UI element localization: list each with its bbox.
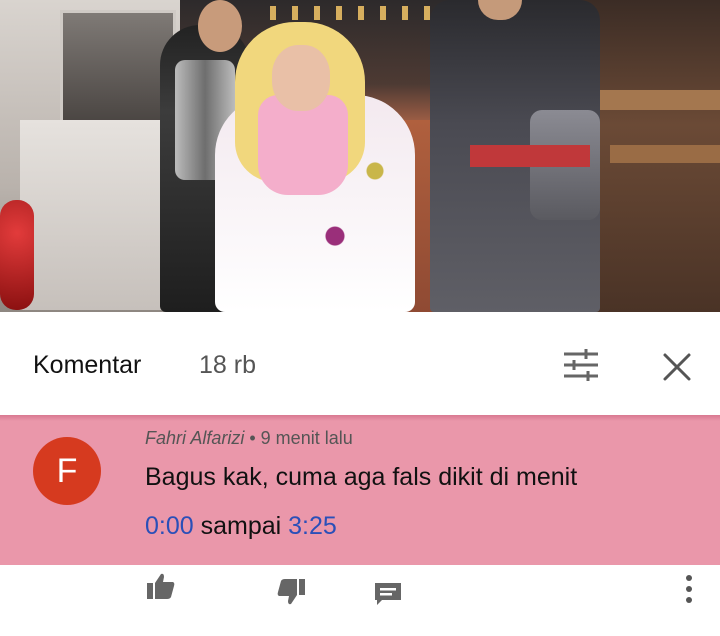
video-table	[585, 90, 720, 110]
timestamp-link-end[interactable]: 3:25	[288, 512, 337, 540]
thumbs-up-icon[interactable]	[146, 572, 176, 600]
comment-text-continued: 0:00 sampai 3:25	[145, 512, 337, 541]
video-table	[610, 145, 720, 163]
comment-actions	[0, 565, 720, 636]
comment-text: Bagus kak, cuma aga fals dikit di menit	[145, 463, 577, 492]
video-shelf	[60, 10, 176, 126]
meta-separator: •	[244, 428, 261, 448]
video-player[interactable]	[0, 0, 720, 312]
video-red-object	[0, 200, 34, 310]
video-counter	[20, 120, 170, 310]
timestamp-link-start[interactable]: 0:00	[145, 512, 194, 540]
avatar[interactable]: F	[33, 437, 101, 505]
comments-count: 18 rb	[199, 351, 256, 379]
sort-filter-icon[interactable]	[562, 348, 600, 382]
comment-text-line1: Bagus kak, cuma aga fals dikit di menit	[145, 463, 578, 491]
more-vertical-icon[interactable]	[679, 573, 699, 605]
video-person-right-sash	[470, 145, 590, 167]
thumbs-down-icon[interactable]	[276, 578, 306, 606]
comment-author[interactable]: Fahri Alfarizi	[145, 428, 244, 448]
comment-text-middle: sampai	[193, 512, 289, 540]
close-icon[interactable]	[660, 350, 694, 384]
comment-time: 9 menit lalu	[260, 428, 353, 448]
avatar-letter: F	[56, 451, 78, 490]
video-person-left-head	[198, 0, 242, 52]
reply-icon[interactable]	[373, 581, 403, 607]
comment-meta: Fahri Alfarizi • 9 menit lalu	[145, 428, 353, 449]
comments-title: Komentar	[33, 351, 142, 379]
video-face	[272, 45, 330, 111]
